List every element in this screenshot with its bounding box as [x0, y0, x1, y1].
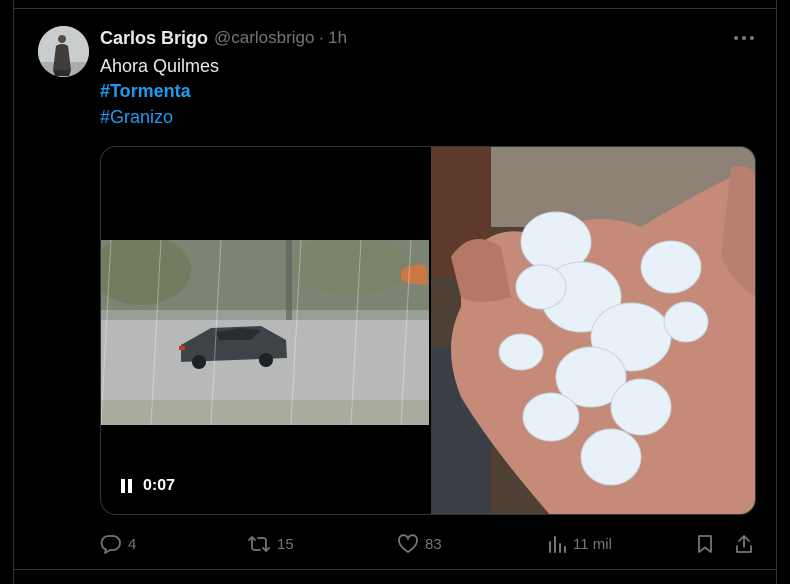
video-timestamp: 0:07 [143, 477, 176, 494]
share-button[interactable] [734, 530, 754, 558]
hashtag-link[interactable]: #Granizo [100, 106, 173, 128]
timeline-border-left [13, 0, 14, 584]
tweet-timestamp[interactable]: 1h [328, 28, 347, 48]
reply-icon [100, 535, 121, 554]
tweet-header: Carlos Brigo @carlosbrigo · 1h [100, 27, 347, 49]
views-chart-icon [549, 536, 566, 553]
bookmark-icon [698, 535, 712, 553]
reply-button[interactable]: 4 [100, 530, 136, 558]
views-button[interactable]: 11 mil [547, 530, 612, 558]
author-name[interactable]: Carlos Brigo [100, 28, 208, 49]
video-controls: 0:07 [121, 477, 175, 495]
reply-count: 4 [128, 535, 137, 553]
more-horizontal-icon [734, 36, 754, 40]
tweet-divider-bottom [13, 569, 777, 570]
repost-icon [248, 536, 270, 552]
repost-count: 15 [277, 535, 294, 553]
share-icon [736, 535, 752, 553]
like-button[interactable]: 83 [397, 530, 442, 558]
separator-dot: · [318, 28, 325, 47]
bookmark-button[interactable] [696, 530, 714, 558]
tweet-text: Ahora Quilmes [100, 56, 220, 76]
heart-icon [398, 534, 418, 553]
like-count: 83 [425, 535, 442, 553]
more-options-button[interactable] [733, 30, 755, 46]
media-grid: 0:07 [100, 146, 756, 515]
pause-icon[interactable] [121, 479, 133, 493]
avatar[interactable] [38, 26, 89, 77]
video-player[interactable]: 0:07 [101, 147, 429, 514]
timeline-border-right [776, 0, 777, 584]
author-handle[interactable]: @carlosbrigo [214, 28, 314, 48]
hashtag-link[interactable]: #Tormenta [100, 80, 191, 102]
video-frame[interactable] [101, 240, 429, 425]
views-count: 11 mil [573, 535, 612, 553]
repost-button[interactable]: 15 [247, 530, 294, 558]
hail-photo[interactable] [431, 147, 755, 514]
tweet-actions: 4 15 83 11 mil [100, 530, 756, 558]
tweet-divider-top [13, 8, 777, 9]
